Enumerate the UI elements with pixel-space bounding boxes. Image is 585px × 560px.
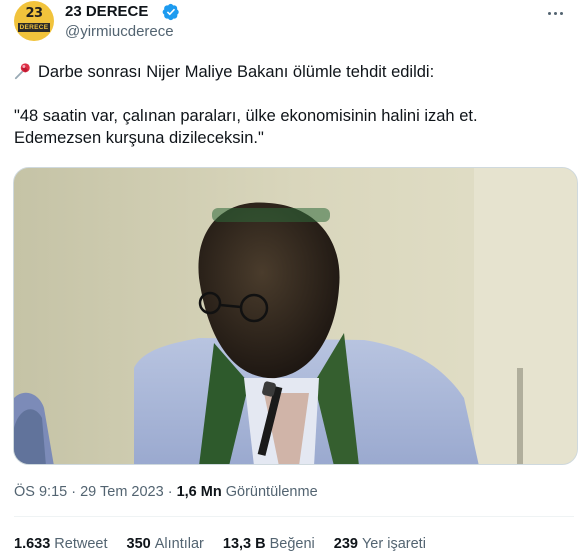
verified-badge-icon[interactable] — [162, 3, 180, 21]
likes-count: 13,3 B — [222, 536, 266, 552]
avatar-word: DERECE — [18, 23, 50, 32]
meta-separator: · — [167, 484, 173, 500]
display-name[interactable]: 23 DERECE — [65, 3, 148, 20]
avatar[interactable]: 23 DERECE — [14, 1, 54, 41]
handle[interactable]: @yirmiucderece — [65, 23, 174, 40]
tweet-blank-line — [14, 83, 574, 105]
bookmarks-label: Yer işareti — [361, 536, 426, 552]
bookmarks-count: 239 — [333, 536, 358, 552]
tweet-text: Darbe sonrası Nijer Maliye Bakanı ölümle… — [14, 61, 574, 149]
bookmarks-stat[interactable]: 239 Yer işareti — [334, 536, 426, 552]
tweet-time[interactable]: ÖS 9:15 — [14, 484, 67, 500]
views-label: Görüntülenme — [225, 484, 318, 500]
tweet-meta: ÖS 9:15 · 29 Tem 2023 · 1,6 Mn Görüntüle… — [14, 484, 318, 500]
divider — [14, 516, 574, 517]
quotes-count: 350 — [126, 536, 151, 552]
views-count: 1,6 Mn — [176, 484, 222, 500]
tweet-line-2: "48 saatin var, çalınan paraları, ülke e… — [14, 107, 478, 125]
tweet-line-1-text: Darbe sonrası Nijer Maliye Bakanı ölümle… — [38, 63, 435, 81]
pushpin-icon — [14, 63, 30, 80]
video-frame — [14, 168, 577, 464]
likes-stat[interactable]: 13,3 B Beğeni — [223, 536, 315, 552]
quotes-stat[interactable]: 350 Alıntılar — [127, 536, 204, 552]
tweet-line-3: Edemezsen kurşuna dizileceksin." — [14, 129, 264, 147]
quotes-label: Alıntılar — [154, 536, 204, 552]
likes-label: Beğeni — [269, 536, 315, 552]
more-options-icon[interactable] — [543, 4, 567, 22]
tweet-line-1: Darbe sonrası Nijer Maliye Bakanı ölümle… — [14, 61, 574, 83]
tweet-video[interactable] — [13, 167, 578, 465]
retweets-label: Retweet — [54, 536, 108, 552]
avatar-number: 23 — [25, 6, 43, 21]
tweet-date[interactable]: 29 Tem 2023 — [80, 484, 164, 500]
tweet-header: 23 DERECE 23 DERECE @yirmiucderece — [14, 0, 579, 48]
retweets-count: 1.633 — [14, 536, 51, 552]
retweets-stat[interactable]: 1.633 Retweet — [14, 536, 108, 552]
tweet-stats: 1.633 Retweet 350 Alıntılar 13,3 B Beğeni 2… — [14, 536, 426, 552]
meta-separator: · — [71, 484, 77, 500]
